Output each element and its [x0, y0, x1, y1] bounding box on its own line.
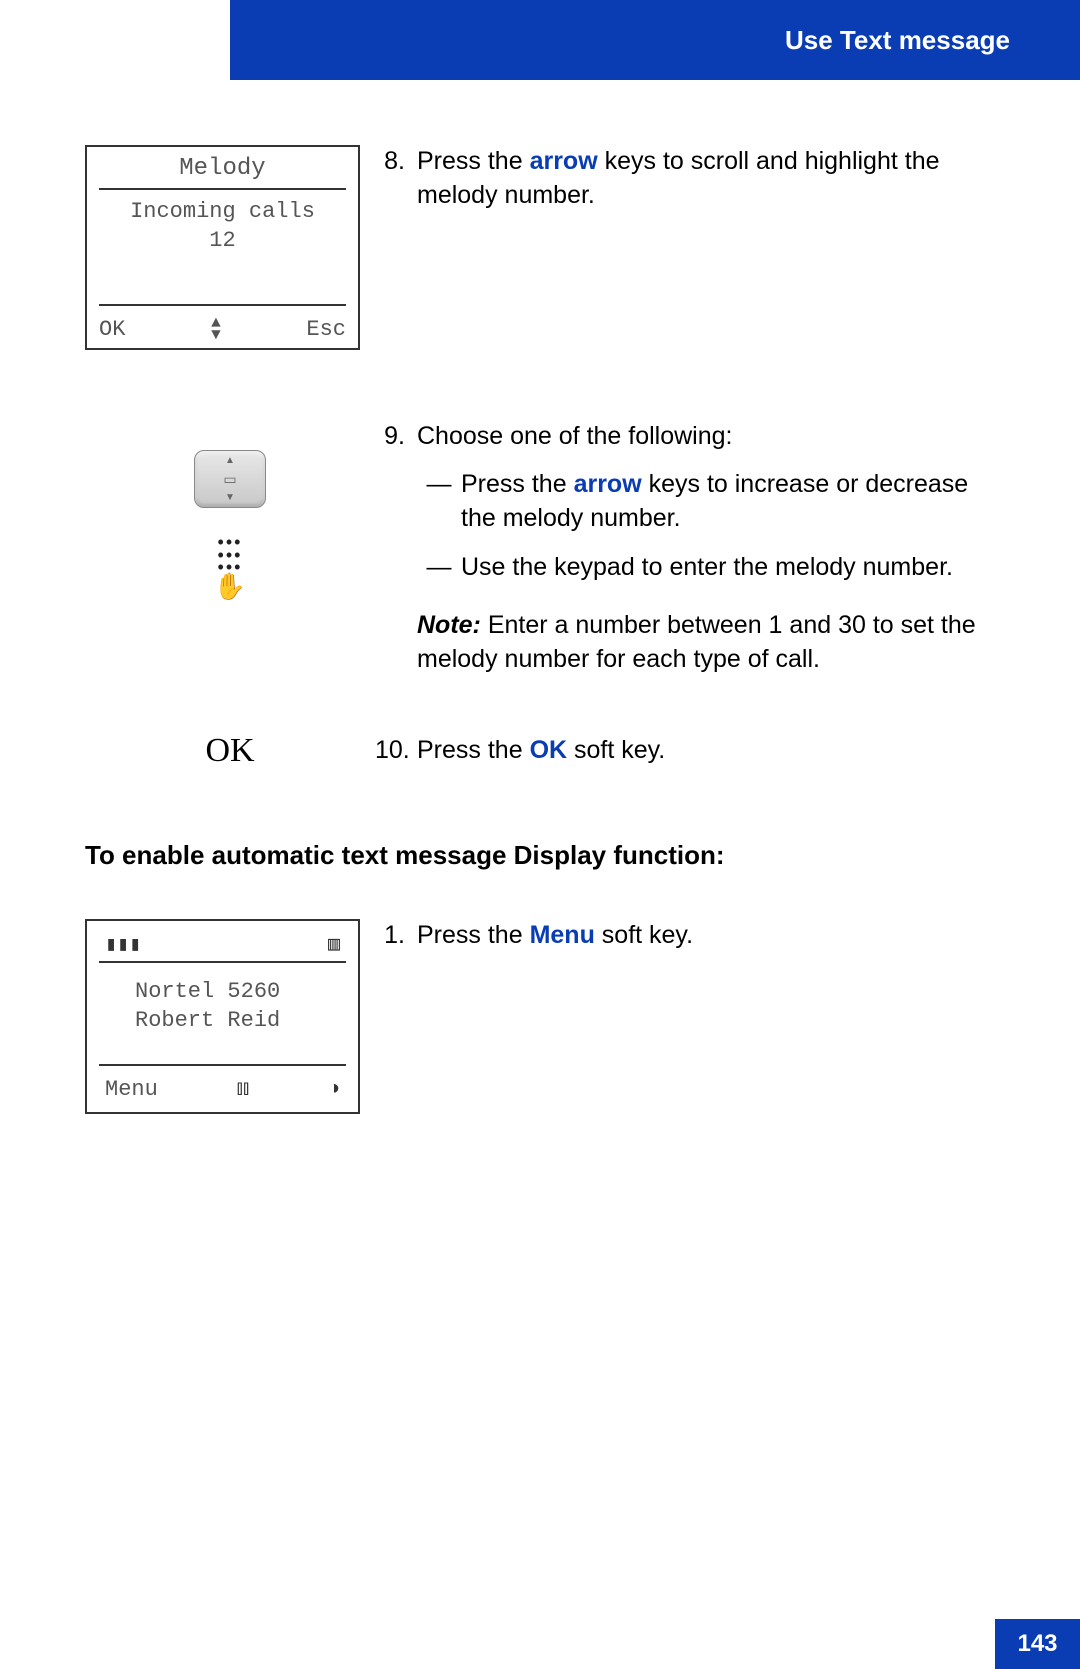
step-text: Press the OK soft key. [417, 734, 995, 768]
page-number: 143 [1017, 1630, 1057, 1658]
esc-softkey-label: Esc [306, 317, 346, 342]
page-header: Use Text message [230, 0, 1080, 80]
step1b-text: 1. Press the Menu soft key. [375, 919, 995, 975]
step8-row: Melody Incoming calls 12 OK ▲▼ Esc 8. Pr… [85, 145, 995, 350]
step8: 8. Press the arrow keys to scroll and hi… [375, 145, 995, 213]
screen2-status-icons: ▮▮▮ ▥ [105, 931, 340, 957]
note-text: Enter a number between 1 and 30 to set t… [417, 611, 976, 673]
screen2-body: Nortel 5260 Robert Reid [135, 977, 280, 1036]
signal-icon: ▮▮▮ [105, 931, 141, 957]
step8-illustration: Melody Incoming calls 12 OK ▲▼ Esc [85, 145, 375, 350]
screen1-footer: OK ▲▼ Esc [99, 317, 346, 342]
ok-keyword: OK [530, 736, 568, 764]
ok-key-illustration: OK [85, 732, 375, 770]
step10-text: 10. Press the OK soft key. [375, 734, 995, 768]
screen2-line1: Nortel 5260 [135, 979, 280, 1004]
text-fragment: soft key. [567, 736, 665, 764]
header-title: Use Text message [785, 25, 1010, 56]
screen1-title: Melody [87, 147, 358, 188]
step9-row: ▭ ••••••••• ✋ 9. Choose one of the follo… [85, 420, 995, 677]
dash-bullet: — [417, 551, 461, 585]
note-block: Note: Enter a number between 1 and 30 to… [417, 609, 995, 677]
battery-icon: ▥ [328, 931, 340, 957]
step8-text: 8. Press the arrow keys to scroll and hi… [375, 145, 995, 235]
book-open-icon: ⫾⫾ [236, 1077, 249, 1101]
screen1-line1: Incoming calls [130, 199, 315, 224]
step1b-row: ▮▮▮ ▥ Nortel 5260 Robert Reid Menu ⫾⫾ ◑ … [85, 919, 995, 1114]
option-text: Use the keypad to enter the melody numbe… [461, 551, 953, 585]
menu-softkey-label: Menu [105, 1077, 158, 1102]
step1b-illustration: ▮▮▮ ▥ Nortel 5260 Robert Reid Menu ⫾⫾ ◑ [85, 919, 375, 1114]
step-number: 10. [375, 734, 417, 768]
updown-arrow-icon: ▲▼ [211, 318, 221, 340]
step10: 10. Press the OK soft key. [375, 734, 995, 768]
step9-text: 9. Choose one of the following: — Press … [375, 420, 995, 677]
step9-illustration: ▭ ••••••••• ✋ [85, 420, 375, 602]
step9-options: — Press the arrow keys to increase or de… [417, 468, 995, 585]
step-number: 9. [375, 420, 417, 677]
divider [99, 1064, 346, 1066]
keypad-dots-icon: ••••••••• [218, 536, 243, 574]
screen1-line2: 12 [209, 228, 235, 253]
page-number-badge: 143 [995, 1619, 1080, 1669]
arrow-button-icon: ▭ [194, 450, 266, 508]
divider [99, 304, 346, 306]
arrow-keyword: arrow [574, 470, 642, 498]
step9: 9. Choose one of the following: — Press … [375, 420, 995, 677]
content-area: Melody Incoming calls 12 OK ▲▼ Esc 8. Pr… [85, 145, 995, 1114]
step10-row: OK 10. Press the OK soft key. [85, 732, 995, 770]
keypad-hand-icon: ••••••••• ✋ [214, 536, 246, 602]
arrow-keyword: arrow [530, 147, 598, 175]
text-fragment: Press the [461, 470, 574, 498]
step-number: 8. [375, 145, 417, 213]
step-text: Choose one of the following: — Press the… [417, 420, 995, 677]
text-fragment: soft key. [595, 921, 693, 949]
step9-option2: — Use the keypad to enter the melody num… [417, 551, 995, 585]
screen2-footer: Menu ⫾⫾ ◑ [105, 1077, 340, 1102]
display-screen-home: ▮▮▮ ▥ Nortel 5260 Robert Reid Menu ⫾⫾ ◑ [85, 919, 360, 1114]
screen1-body: Incoming calls 12 [87, 190, 358, 255]
ok-softkey-label: OK [99, 317, 125, 342]
hand-icon: ✋ [214, 571, 246, 602]
contrast-icon-right: ◑ [328, 1078, 340, 1101]
option-text: Press the arrow keys to increase or decr… [461, 468, 995, 536]
text-fragment: Choose one of the following: [417, 422, 733, 450]
note-label: Note: [417, 611, 481, 639]
text-fragment: Press the [417, 921, 530, 949]
menu-keyword: Menu [530, 921, 595, 949]
step9-option1: — Press the arrow keys to increase or de… [417, 468, 995, 536]
dash-bullet: — [417, 468, 461, 536]
display-screen-melody: Melody Incoming calls 12 OK ▲▼ Esc [85, 145, 360, 350]
step-text: Press the Menu soft key. [417, 919, 995, 953]
screen2-line2: Robert Reid [135, 1008, 280, 1033]
text-fragment: Press the [417, 147, 530, 175]
step1b: 1. Press the Menu soft key. [375, 919, 995, 953]
text-fragment: Press the [417, 736, 530, 764]
book-icon: ▭ [223, 471, 236, 488]
step-number: 1. [375, 919, 417, 953]
section-heading: To enable automatic text message Display… [85, 840, 995, 871]
step-text: Press the arrow keys to scroll and highl… [417, 145, 995, 213]
divider [99, 961, 346, 963]
